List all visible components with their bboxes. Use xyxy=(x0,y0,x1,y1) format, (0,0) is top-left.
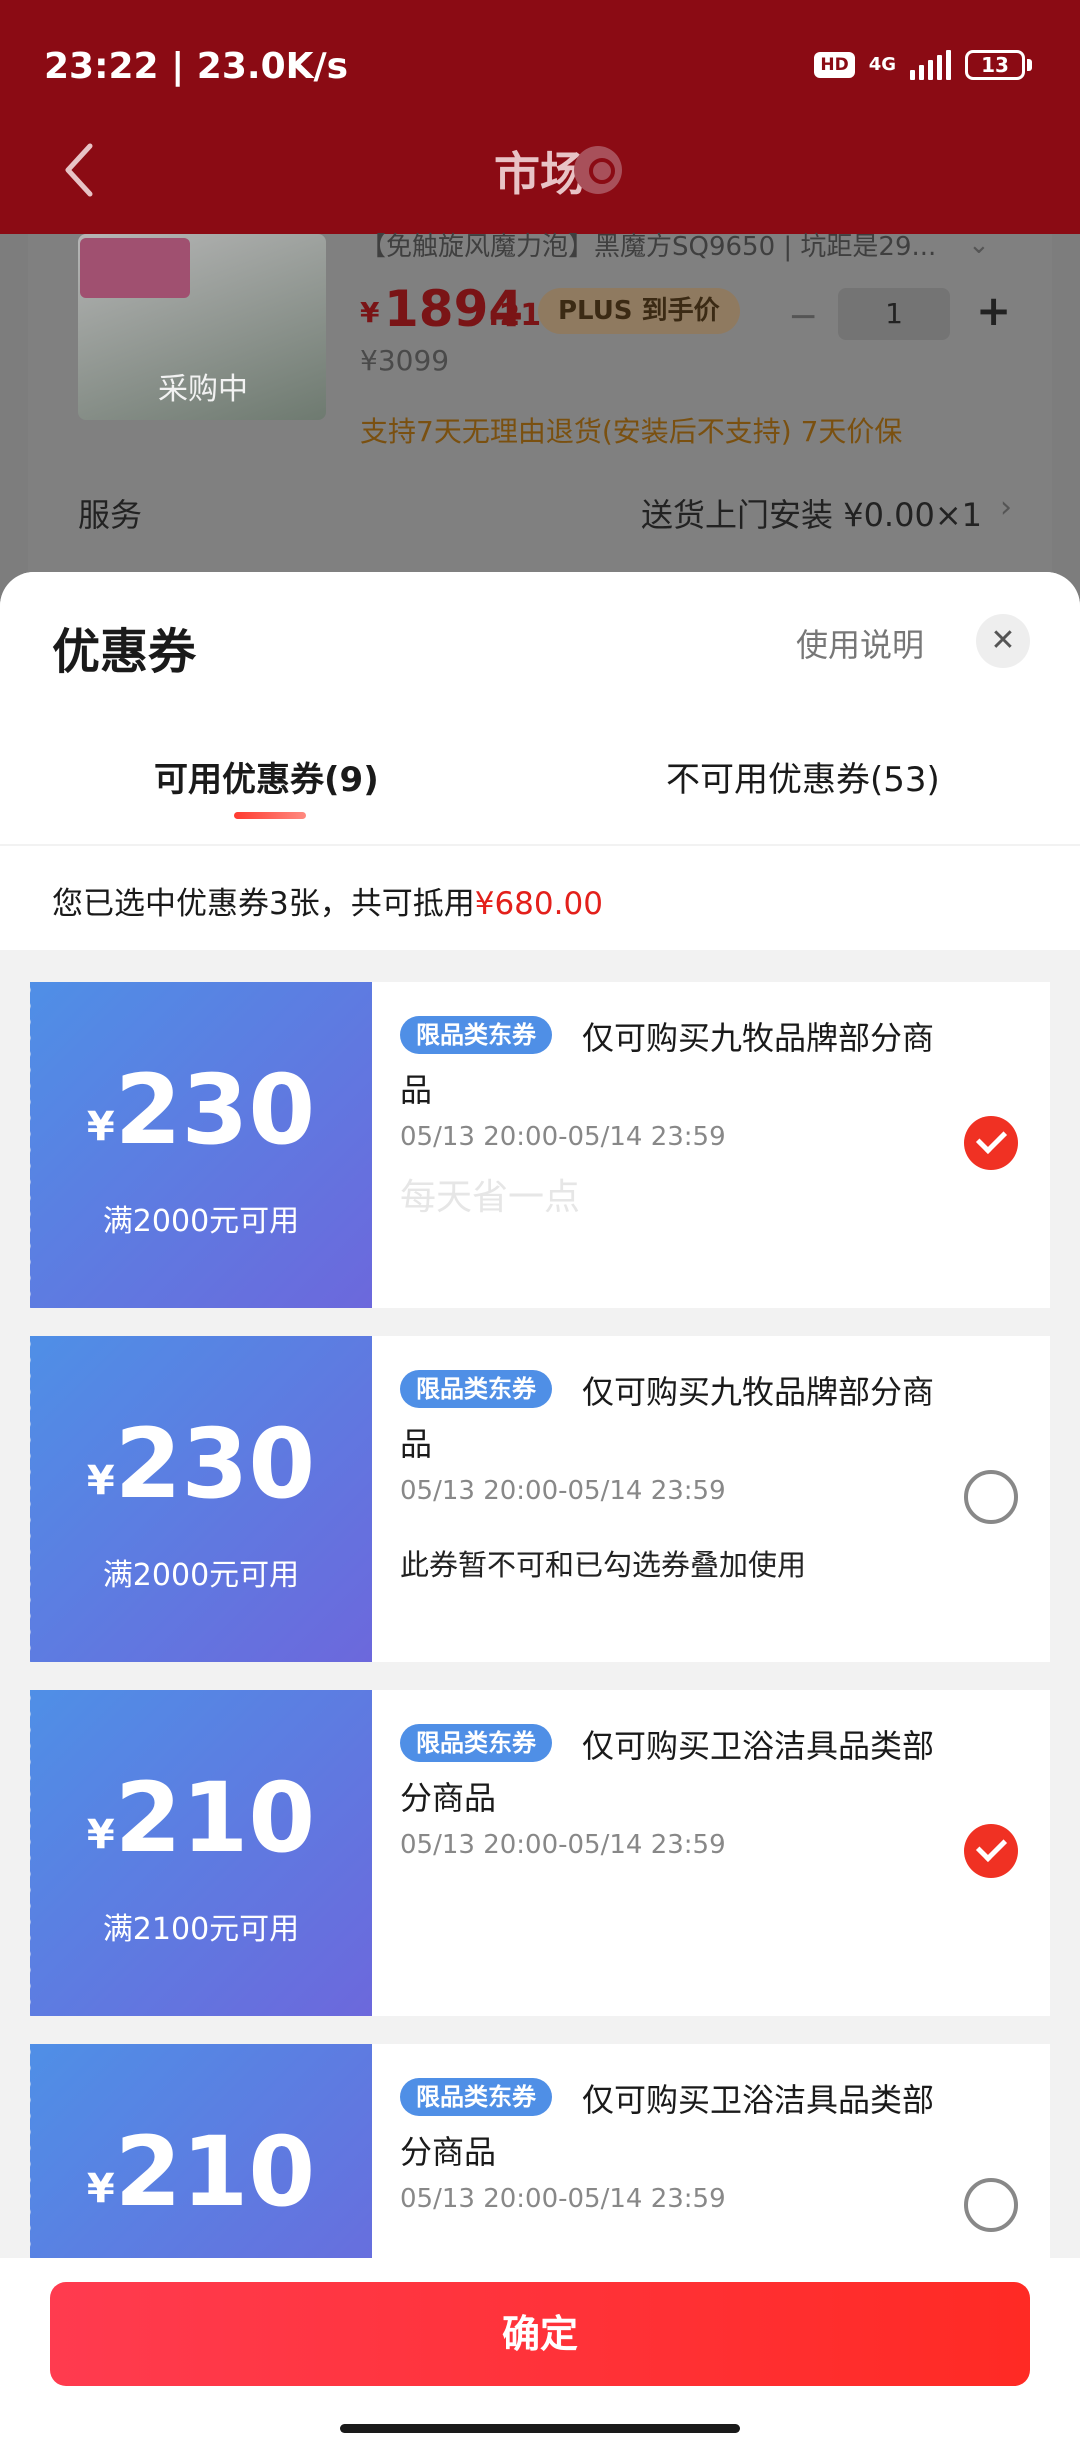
coupon-validity: 05/13 20:00-05/14 23:59 xyxy=(400,1122,726,1152)
status-bar: 23:22 | 23.0K/s HD 4G 13 xyxy=(0,0,1080,110)
coupon-amount-value: 210 xyxy=(114,1762,316,1874)
coupon-value-panel: ¥210 xyxy=(25,2044,372,2258)
currency-symbol: ¥ xyxy=(86,1812,115,1858)
coupon-validity: 05/13 20:00-05/14 23:59 xyxy=(400,1830,726,1860)
usage-help-link[interactable]: 使用说明 xyxy=(796,620,924,666)
price-symbol: ¥ xyxy=(360,296,380,329)
product-promo-badge xyxy=(80,238,190,298)
summary-prefix: 您已选中优惠券3张，共可抵用 xyxy=(52,886,475,922)
chevron-right-icon[interactable]: › xyxy=(1000,490,1012,525)
coupon-validity: 05/13 20:00-05/14 23:59 xyxy=(400,1476,726,1506)
coupon-amount-value: 210 xyxy=(114,2116,316,2228)
coupon-validity: 05/13 20:00-05/14 23:59 xyxy=(400,2184,726,2214)
status-time: 23:22 | 23.0K/s xyxy=(44,46,349,87)
coupon-value-panel: ¥230 满2000元可用 xyxy=(25,982,372,1308)
tab-unavailable[interactable]: 不可用优惠券(53) xyxy=(666,752,940,801)
battery-icon: 13 xyxy=(965,50,1032,80)
watermark-text: 每天省一点 xyxy=(400,1177,581,1218)
coupon-amount-value: 230 xyxy=(114,1408,316,1520)
coupon-tag: 限品类东券 xyxy=(400,2078,552,2116)
coupon-checkbox-checked[interactable] xyxy=(964,1116,1018,1170)
coupon-tag: 限品类东券 xyxy=(400,1370,552,1408)
coupon-condition: 满2000元可用 xyxy=(102,1558,300,1593)
nav-bar: 市场 xyxy=(0,110,1080,234)
sheet-header: 优惠券 使用说明 ✕ 可用优惠券(9) 不可用优惠券(53) xyxy=(0,572,1080,844)
coupon-condition: 满2000元可用 xyxy=(102,1204,300,1239)
home-indicator[interactable] xyxy=(340,2424,740,2433)
service-label: 服务 xyxy=(78,496,143,534)
coupon-tag: 限品类东券 xyxy=(400,1724,552,1762)
currency-symbol: ¥ xyxy=(86,1458,115,1504)
summary-amount: ¥680.00 xyxy=(474,886,603,922)
product-price-decimal: .21 xyxy=(488,298,542,333)
chevron-down-icon[interactable]: ⌄ xyxy=(968,230,990,260)
coupon-checkbox-unchecked[interactable] xyxy=(964,2178,1018,2232)
currency-symbol: ¥ xyxy=(86,1104,115,1150)
quantity-plus-button[interactable]: + xyxy=(976,286,1011,335)
bottom-action-bar: 确定 xyxy=(0,2258,1080,2460)
coupon-card[interactable]: ¥230 满2000元可用 仅可购买九牧品牌部分商品 限品类东券 05/13 2… xyxy=(25,982,1050,1308)
coupon-checkbox-checked[interactable] xyxy=(964,1824,1018,1878)
product-title[interactable]: 【免触旋风魔力泡】黑魔方SQ9650 | 坑距是29... xyxy=(360,226,936,263)
coupon-amount: ¥230 xyxy=(30,1060,372,1160)
location-icon[interactable] xyxy=(574,146,622,194)
coupon-value-panel: ¥210 满2100元可用 xyxy=(25,1690,372,2016)
page-title: 市场 xyxy=(494,147,586,201)
status-icons: HD 4G 13 xyxy=(814,50,1032,80)
coupon-card[interactable]: ¥210 满2100元可用 仅可购买卫浴洁具品类部分商品 限品类东券 05/13… xyxy=(25,1690,1050,2016)
summary-text: 您已选中优惠券3张，共可抵用¥680.00 xyxy=(52,878,603,923)
coupon-amount: ¥210 xyxy=(30,1768,372,1868)
coupon-amount: ¥210 xyxy=(30,2122,372,2222)
quantity-minus-button[interactable]: − xyxy=(788,296,818,337)
sheet-title: 优惠券 xyxy=(52,624,197,680)
confirm-button[interactable]: 确定 xyxy=(50,2282,1030,2386)
signal-icon xyxy=(910,50,951,80)
coupon-amount: ¥230 xyxy=(30,1414,372,1514)
product-image-label: 采购中 xyxy=(158,372,248,407)
quantity-field[interactable]: 1 xyxy=(838,288,950,340)
coupon-stack-note: 此券暂不可和已勾选券叠加使用 xyxy=(400,1548,807,1582)
coupon-card[interactable]: ¥230 满2000元可用 仅可购买九牧品牌部分商品 限品类东券 05/13 2… xyxy=(25,1336,1050,1662)
battery-level: 13 xyxy=(965,50,1025,80)
return-policy: 支持7天无理由退货(安装后不支持) 7天价保 xyxy=(360,415,903,448)
service-value[interactable]: 送货上门安装 ¥0.00×1 xyxy=(641,490,982,536)
plus-price-badge: PLUS 到手价 xyxy=(538,288,740,334)
original-price: ¥3099 xyxy=(360,344,450,377)
coupon-value-panel: ¥230 满2000元可用 xyxy=(25,1336,372,1662)
coupon-amount-value: 230 xyxy=(114,1054,316,1166)
coupon-card[interactable]: ¥210 仅可购买卫浴洁具品类部分商品 限品类东券 05/13 20:00-05… xyxy=(25,2044,1050,2258)
network-label: 4G xyxy=(868,54,896,75)
selection-summary: 您已选中优惠券3张，共可抵用¥680.00 xyxy=(0,846,1080,950)
coupon-sheet: 优惠券 使用说明 ✕ 可用优惠券(9) 不可用优惠券(53) 您已选中优惠券3张… xyxy=(0,572,1080,2460)
product-card: 采购中 【免触旋风魔力泡】黑魔方SQ9650 | 坑距是29... ⌄ ¥ 18… xyxy=(28,230,1052,574)
coupon-checkbox-unchecked[interactable] xyxy=(964,1470,1018,1524)
hd-icon: HD xyxy=(814,52,855,78)
coupon-condition: 满2100元可用 xyxy=(102,1912,300,1947)
close-icon[interactable]: ✕ xyxy=(976,614,1030,668)
tab-indicator xyxy=(234,812,306,819)
tab-available[interactable]: 可用优惠券(9) xyxy=(154,752,379,801)
coupon-tag: 限品类东券 xyxy=(400,1016,552,1054)
currency-symbol: ¥ xyxy=(86,2166,115,2212)
coupon-list: ¥230 满2000元可用 仅可购买九牧品牌部分商品 限品类东券 05/13 2… xyxy=(0,982,1080,2258)
